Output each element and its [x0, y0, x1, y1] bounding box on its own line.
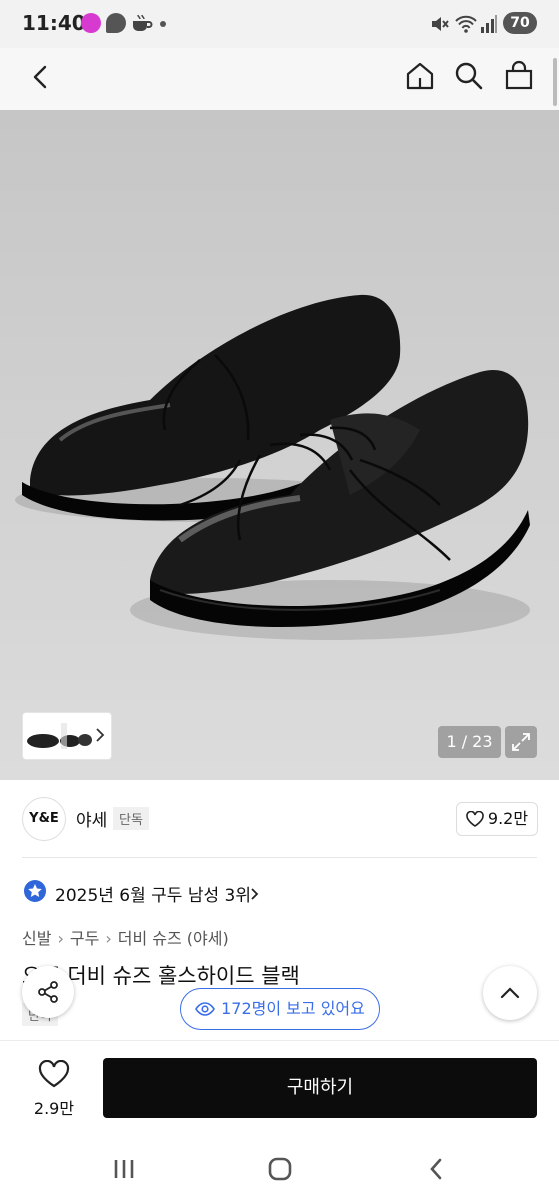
image-counter: 1 / 23: [438, 726, 501, 758]
chevron-right-icon: ›: [105, 929, 112, 948]
back-icon[interactable]: [26, 62, 56, 92]
search-icon[interactable]: [453, 60, 485, 96]
recent-apps-icon[interactable]: [112, 1157, 136, 1185]
home-icon[interactable]: [404, 60, 436, 96]
store-like-count: 9.2만: [487, 809, 529, 828]
eye-icon: [195, 1002, 216, 1016]
divider: [22, 857, 537, 858]
thumbnail-image: [27, 723, 92, 749]
chevron-up-icon: [500, 987, 520, 999]
wifi-icon: [455, 14, 477, 38]
chevron-right-icon: [250, 886, 260, 905]
battery-indicator: 70: [503, 12, 537, 34]
mute-icon: [430, 14, 450, 38]
store-logo[interactable]: Y&E: [22, 797, 66, 841]
store-like-button[interactable]: 9.2만: [456, 802, 538, 836]
scrollbar[interactable]: [553, 58, 557, 106]
breadcrumb-item[interactable]: 더비 슈즈 (야세): [118, 929, 229, 948]
shopping-app-icon: [81, 13, 101, 33]
signal-icon: [480, 14, 498, 38]
status-bar: 11:40 70: [0, 0, 559, 48]
share-button[interactable]: [22, 966, 74, 1018]
ranking-text: 2025년 6월 구두 남성 3위: [55, 886, 251, 906]
breadcrumb-item[interactable]: 신발: [22, 929, 51, 948]
image-thumbnail-strip[interactable]: [22, 712, 112, 760]
wishlist-count: 2.9만: [33, 1099, 75, 1118]
share-icon: [38, 981, 58, 1003]
shopping-bag-icon[interactable]: [503, 60, 535, 96]
heart-icon: [466, 810, 484, 827]
wishlist-heart-icon[interactable]: [38, 1059, 70, 1092]
scroll-to-top-button[interactable]: [483, 966, 537, 1020]
system-navigation-bar: [0, 1140, 559, 1200]
ranking-link[interactable]: 2025년 6월 구두 남성 3위: [22, 876, 302, 906]
product-image: [15, 294, 530, 640]
expand-icon[interactable]: [505, 726, 537, 758]
system-back-icon[interactable]: [426, 1156, 446, 1186]
viewers-pill: 172명이 보고 있어요: [180, 988, 380, 1030]
buy-button[interactable]: 구매하기: [103, 1058, 537, 1118]
breadcrumb-item[interactable]: 구두: [70, 929, 99, 948]
talk-icon: [106, 13, 126, 33]
product-image-gallery[interactable]: [0, 110, 559, 780]
cafe-icon: [131, 13, 153, 37]
viewers-text: 172명이 보고 있어요: [221, 999, 365, 1018]
chevron-right-icon: ›: [57, 929, 64, 948]
store-name[interactable]: 야세: [76, 806, 107, 831]
status-time: 11:40: [22, 11, 86, 35]
top-navigation: [0, 48, 559, 110]
medal-icon: [24, 880, 46, 902]
exclusive-badge: 단독: [113, 807, 149, 830]
dot-icon: [160, 21, 166, 27]
chevron-right-icon: [95, 727, 105, 747]
breadcrumb: 신발 › 구두 › 더비 슈즈 (야세): [22, 925, 229, 949]
home-button-icon[interactable]: [267, 1156, 293, 1186]
